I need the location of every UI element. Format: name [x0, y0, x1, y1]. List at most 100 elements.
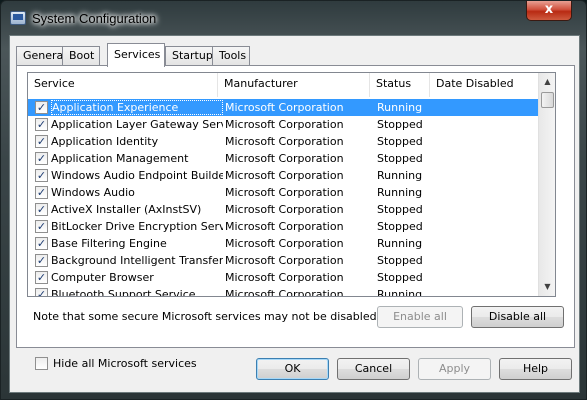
scroll-up-icon[interactable]: ▲	[539, 73, 555, 90]
service-status: Stopped	[377, 220, 423, 233]
table-row[interactable]: ✓ Application Management Microsoft Corpora…	[28, 150, 538, 167]
table-row[interactable]: ✓ ActiveX Installer (AxInstSV) Microsoft C…	[28, 201, 538, 218]
table-row[interactable]: ✓ Windows Audio Endpoint Builder Microsoft…	[28, 167, 538, 184]
service-name: Application Management	[51, 152, 189, 165]
dialog-client: General Boot Services Startup Tools Serv…	[9, 35, 580, 393]
service-manufacturer: Microsoft Corporation	[225, 254, 344, 267]
service-name: Application Layer Gateway Service	[51, 118, 223, 131]
window-title: System Configuration	[32, 11, 157, 26]
title-bar[interactable]: System Configuration x	[1, 1, 587, 35]
service-manufacturer: Microsoft Corporation	[225, 288, 344, 297]
service-name: Windows Audio Endpoint Builder	[51, 169, 223, 182]
table-row[interactable]: ✓ BitLocker Drive Encryption Service Micro…	[28, 218, 538, 235]
vertical-scrollbar[interactable]: ▲ ▼	[538, 73, 555, 296]
service-manufacturer: Microsoft Corporation	[225, 220, 344, 233]
service-manufacturer: Microsoft Corporation	[225, 101, 344, 114]
table-row[interactable]: ✓ Computer Browser Microsoft Corporation St…	[28, 269, 538, 286]
service-manufacturer: Microsoft Corporation	[225, 135, 344, 148]
service-status: Running	[377, 169, 423, 182]
service-checkbox[interactable]: ✓	[35, 169, 48, 182]
tab-services-label: Services	[114, 48, 161, 61]
service-status: Stopped	[377, 135, 423, 148]
service-manufacturer: Microsoft Corporation	[225, 237, 344, 250]
table-row[interactable]: ✓ Background Intelligent Transfer ... Micr…	[28, 252, 538, 269]
apply-button[interactable]: Apply	[418, 358, 491, 380]
table-row[interactable]: ✓ Windows Audio Microsoft Corporation Runni…	[28, 184, 538, 201]
column-header-manufacturer-label: Manufacturer	[224, 77, 298, 90]
ok-button[interactable]: OK	[256, 358, 329, 380]
service-manufacturer: Microsoft Corporation	[225, 152, 344, 165]
column-header-service[interactable]: Service	[28, 73, 218, 97]
tab-boot[interactable]: Boot	[62, 46, 100, 66]
close-icon: x	[544, 2, 554, 17]
services-list[interactable]: Service Manufacturer Status Date Disable…	[27, 72, 556, 297]
service-status: Running	[377, 237, 423, 250]
table-row[interactable]: ✓ Bluetooth Support Service Microsoft Corp…	[28, 286, 538, 297]
table-row[interactable]: ✓Application Layer Gateway ServiceMicros…	[28, 116, 538, 133]
service-status: Stopped	[377, 271, 423, 284]
service-name: Base Filtering Engine	[51, 237, 167, 250]
service-manufacturer: Microsoft Corporation	[225, 203, 344, 216]
tab-startup-label: Startup	[172, 49, 213, 62]
service-checkbox[interactable]: ✓	[35, 271, 48, 284]
service-status: Stopped	[377, 203, 423, 216]
list-header: Service Manufacturer Status Date Disable…	[28, 73, 538, 97]
service-checkbox[interactable]: ✓	[35, 118, 48, 131]
tab-boot-label: Boot	[69, 49, 95, 62]
tab-general[interactable]: General	[16, 46, 67, 66]
service-checkbox[interactable]: ✓	[35, 288, 48, 296]
service-rows: ✓ Application Experience Microsoft Corpora…	[28, 99, 538, 297]
column-header-service-label: Service	[34, 77, 75, 90]
table-row[interactable]: ✓ Base Filtering Engine Microsoft Corporat…	[28, 235, 538, 252]
enable-all-button[interactable]: Enable all	[377, 306, 463, 328]
column-header-date-disabled-label: Date Disabled	[436, 77, 514, 90]
service-status: Stopped	[377, 254, 423, 267]
tab-services[interactable]: Services	[107, 43, 165, 67]
service-status: Running	[377, 288, 423, 297]
disable-all-button[interactable]: Disable all	[471, 306, 564, 328]
scroll-down-icon[interactable]: ▼	[539, 278, 555, 295]
column-header-manufacturer[interactable]: Manufacturer	[218, 73, 370, 97]
hide-microsoft-services-checkbox[interactable]	[35, 357, 48, 370]
tab-tools[interactable]: Tools	[212, 46, 250, 66]
service-checkbox[interactable]: ✓	[35, 203, 48, 216]
service-checkbox[interactable]: ✓	[35, 135, 48, 148]
service-manufacturer: Microsoft Corporation	[225, 271, 344, 284]
service-manufacturer: Microsoft Corporation	[225, 186, 344, 199]
table-row[interactable]: ✓ Application Identity Microsoft Corporati…	[28, 133, 538, 150]
scroll-thumb[interactable]	[541, 92, 554, 108]
tab-tools-label: Tools	[219, 49, 247, 62]
service-name: Bluetooth Support Service	[51, 288, 196, 297]
service-manufacturer: Microsoft Corporation	[225, 118, 344, 131]
service-status: Running	[377, 186, 423, 199]
window-frame: System Configuration x General Boot Serv…	[0, 0, 587, 400]
column-header-status-label: Status	[376, 77, 412, 90]
cancel-button[interactable]: Cancel	[337, 358, 410, 380]
tab-general-label: General	[23, 49, 67, 62]
column-header-status[interactable]: Status	[370, 73, 430, 97]
service-status: Running	[377, 101, 423, 114]
service-name: Application Experience	[51, 100, 223, 115]
service-checkbox[interactable]: ✓	[35, 254, 48, 267]
service-checkbox[interactable]: ✓	[35, 220, 48, 233]
service-name: Windows Audio	[51, 186, 135, 199]
service-name: Computer Browser	[51, 271, 154, 284]
service-checkbox[interactable]: ✓	[35, 237, 48, 250]
tab-startup[interactable]: Startup	[165, 46, 213, 66]
close-button[interactable]: x	[526, 1, 572, 21]
column-header-date-disabled[interactable]: Date Disabled	[430, 73, 538, 97]
service-name: BitLocker Drive Encryption Service	[51, 220, 223, 233]
services-panel: Service Manufacturer Status Date Disable…	[16, 65, 575, 370]
service-checkbox[interactable]: ✓	[35, 186, 48, 199]
service-name: ActiveX Installer (AxInstSV)	[51, 203, 202, 216]
service-status: Stopped	[377, 152, 423, 165]
service-checkbox[interactable]: ✓	[35, 152, 48, 165]
table-row[interactable]: ✓ Application Experience Microsoft Corpora…	[28, 99, 538, 116]
service-manufacturer: Microsoft Corporation	[225, 169, 344, 182]
secure-services-note: Note that some secure Microsoft services…	[33, 310, 381, 323]
service-checkbox[interactable]: ✓	[35, 101, 48, 114]
service-name: Background Intelligent Transfer ...	[51, 254, 223, 267]
system-configuration-icon	[10, 11, 26, 25]
help-button[interactable]: Help	[499, 358, 572, 380]
hide-microsoft-services-label: Hide all Microsoft services	[53, 357, 197, 370]
